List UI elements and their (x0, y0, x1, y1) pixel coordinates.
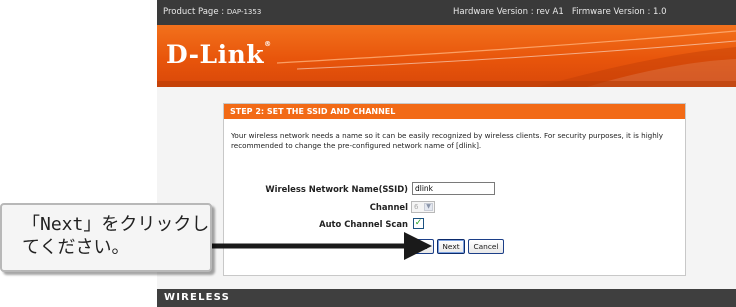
instruction-callout: 「Next」をクリックしてください。 (0, 203, 212, 272)
callout-text: 「Next」をクリックしてください。 (22, 214, 210, 258)
